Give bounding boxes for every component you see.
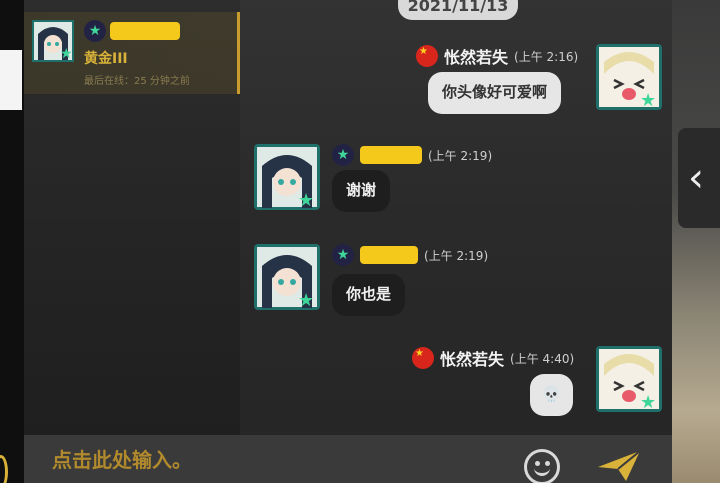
contact-list: ★ ★ 黄金III 最后在线：25 分钟之前: [24, 0, 240, 435]
chevron-left-icon: ‹: [688, 155, 704, 201]
message-bubble[interactable]: 你也是: [332, 274, 406, 316]
svg-text:★: ★: [640, 90, 656, 110]
svg-text:★: ★: [298, 290, 314, 310]
svg-text:★: ★: [298, 190, 314, 210]
sender-row: 怅然若失 (上午 4:40): [412, 346, 574, 370]
sender-avatar[interactable]: ★: [596, 44, 662, 110]
sender-name: 怅然若失: [440, 350, 505, 369]
message-time: (上午 2:19): [424, 248, 489, 263]
message-time: (上午 4:40): [510, 351, 575, 366]
message-time: (上午 2:19): [428, 148, 493, 163]
right-background-strip: ‹: [672, 0, 720, 483]
send-arrow-icon[interactable]: [596, 449, 642, 483]
left-button-fragment[interactable]: [0, 455, 8, 483]
message-input[interactable]: [52, 445, 522, 475]
svg-text:★: ★: [60, 46, 73, 62]
contact-item-selected[interactable]: ★ ★ 黄金III 最后在线：25 分钟之前: [24, 12, 240, 94]
message-input-bar: [24, 435, 672, 483]
chat-area: 2021/11/13 怅然若失 (上午 2:16) 你头像好可爱啊 ★ ★: [240, 0, 672, 435]
contact-name-row: ★: [84, 20, 180, 42]
message-bubble[interactable]: 你头像好可爱啊: [428, 72, 562, 114]
sender-name: 怅然若失: [444, 48, 509, 67]
star-rank-icon: ★: [332, 244, 354, 266]
collapse-panel-button[interactable]: ‹: [678, 128, 720, 228]
date-separator: 2021/11/13: [398, 0, 518, 20]
left-panel-fragment[interactable]: [0, 50, 22, 110]
sender-row: ★ (上午 2:19): [332, 144, 492, 166]
china-flag-icon: [416, 45, 438, 67]
china-flag-icon: [412, 347, 434, 369]
redacted-name: [360, 146, 422, 164]
redacted-name: [360, 246, 418, 264]
star-rank-icon: ★: [84, 20, 106, 42]
contact-avatar: ★: [32, 20, 74, 62]
smiley-icon[interactable]: [524, 449, 560, 483]
redacted-name: [110, 22, 180, 40]
left-edge-strip: [0, 0, 24, 483]
contact-last-online: 最后在线：25 分钟之前: [84, 76, 190, 87]
message-time: (上午 2:16): [514, 49, 579, 64]
sender-row: ★ (上午 2:19): [332, 244, 488, 266]
sender-avatar[interactable]: ★: [254, 244, 320, 310]
message-bubble[interactable]: 💀: [530, 374, 573, 416]
sender-avatar[interactable]: ★: [596, 346, 662, 412]
svg-text:★: ★: [640, 392, 656, 412]
contact-rank-tier: 黄金III: [84, 51, 128, 67]
message-bubble[interactable]: 谢谢: [332, 170, 391, 212]
sender-avatar[interactable]: ★: [254, 144, 320, 210]
sender-row: 怅然若失 (上午 2:16): [416, 44, 578, 68]
star-rank-icon: ★: [332, 144, 354, 166]
